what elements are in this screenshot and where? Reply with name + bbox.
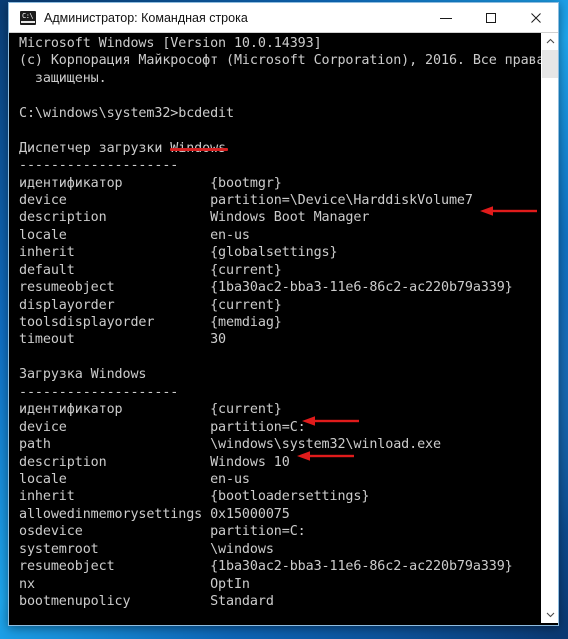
console-line: device partition=C: [19,419,306,435]
console-line: allowedinmemorysettings 0x15000075 [19,506,290,522]
console-output-area[interactable]: Microsoft Windows [Version 10.0.14393] (c… [9,32,558,623]
console-line: osdevice partition=C: [19,524,306,540]
minimize-button[interactable] [423,3,468,32]
minimize-icon [439,17,452,19]
console-line: nx OptIn [19,576,250,592]
console-line: Загрузка Windows [19,367,147,383]
console-line: -------------------- [19,384,179,400]
console-line: resumeobject {1ba30ac2-bba3-11e6-86c2-ac… [19,559,513,575]
scroll-up-icon [546,38,554,44]
console-line: защищены. [19,70,107,86]
console-line: Диспетчер загрузки Windows [19,140,227,156]
console-line: inherit {bootloadersettings} [19,489,370,505]
window-bottom-edge [9,623,558,625]
scrollbar-thumb[interactable] [542,50,558,78]
console-line: locale en-us [19,227,250,243]
maximize-button[interactable] [468,3,513,32]
close-button[interactable] [513,3,558,32]
scrollbar-track[interactable] [542,50,558,606]
window-controls [423,3,558,32]
desktop-background: C:\ Администратор: Командная строка Micr… [0,0,568,639]
console-line: resumeobject {1ba30ac2-bba3-11e6-86c2-ac… [19,280,513,296]
annotation-underline-bcdedit [170,148,228,151]
console-line: device partition=\Device\HarddiskVolume7 [19,192,473,208]
scroll-down-button[interactable] [542,606,558,623]
console-line: идентификатор {bootmgr} [19,175,282,191]
console-line: идентификатор {current} [19,402,282,418]
console-scrollbar[interactable] [541,33,558,623]
console-line: bootmenupolicy Standard [19,594,274,609]
console-line: (c) Корпорация Майкрософт (Microsoft Cor… [19,53,541,69]
maximize-icon [485,12,496,23]
console-line: description Windows 10 [19,454,290,470]
console-icon: C:\ [20,10,36,25]
console-line: inherit {globalsettings} [19,245,338,261]
scroll-down-icon [546,612,554,618]
window-titlebar[interactable]: C:\ Администратор: Командная строка [9,3,558,32]
console-line: default {current} [19,262,282,278]
console-line: -------------------- [19,158,179,174]
console-line: description Windows Boot Manager [19,210,370,226]
console-line: displayorder {current} [19,297,282,313]
close-icon [530,12,541,23]
console-line: timeout 30 [19,332,227,348]
scroll-up-button[interactable] [542,33,558,50]
console-line: Microsoft Windows [Version 10.0.14393] [19,36,322,51]
window-title: Администратор: Командная строка [44,10,248,25]
console-line: locale en-us [19,471,250,487]
console-line: C:\windows\system32>bcdedit [19,105,234,121]
console-line: path \windows\system32\winload.exe [19,437,441,453]
console-line: systemroot \windows [19,541,274,557]
console-line: toolsdisplayorder {memdiag} [19,315,282,330]
console-text-buffer[interactable]: Microsoft Windows [Version 10.0.14393] (c… [11,33,541,623]
command-prompt-window: C:\ Администратор: Командная строка Micr… [8,2,559,626]
